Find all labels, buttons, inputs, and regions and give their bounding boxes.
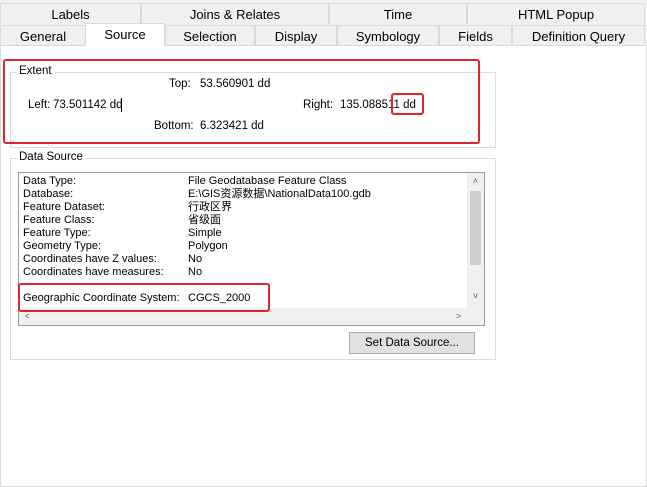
tab-fields[interactable]: Fields	[439, 25, 512, 46]
row-value: No	[188, 253, 203, 265]
row-value: File Geodatabase Feature Class	[188, 175, 347, 187]
tab-joins-relates[interactable]: Joins & Relates	[141, 3, 329, 24]
gcs-highlight-box	[18, 283, 270, 312]
row-value: 省级面	[188, 214, 221, 226]
tab-html-popup[interactable]: HTML Popup	[467, 3, 645, 24]
source-tab-panel: Extent Top: 53.560901 dd Left: 73.501142…	[0, 45, 647, 487]
row-key: Coordinates have Z values:	[23, 253, 157, 265]
row-value: Polygon	[188, 240, 228, 252]
set-data-source-button[interactable]: Set Data Source...	[349, 332, 475, 354]
row-value: Simple	[188, 227, 222, 239]
tab-general[interactable]: General	[0, 25, 86, 46]
row-value: No	[188, 266, 203, 278]
row-key: Feature Dataset:	[23, 201, 105, 213]
data-source-legend: Data Source	[16, 151, 86, 163]
row-key: Feature Type:	[23, 227, 91, 239]
right-unit-highlight-box	[391, 93, 424, 115]
tab-definition-query[interactable]: Definition Query	[512, 25, 645, 46]
scroll-right-icon[interactable]: ˃	[450, 311, 467, 321]
tab-symbology[interactable]: Symbology	[337, 25, 439, 46]
tab-display[interactable]: Display	[255, 25, 337, 46]
tab-labels[interactable]: Labels	[0, 3, 141, 24]
scroll-down-icon[interactable]: ˅	[467, 291, 484, 301]
row-key: Data Type:	[23, 175, 76, 187]
row-key: Geometry Type:	[23, 240, 102, 252]
row-value: 行政区界	[188, 201, 232, 213]
scroll-up-icon[interactable]: ˄	[467, 176, 484, 186]
row-value: E:\GIS资源数据\NationalData100.gdb	[188, 188, 371, 200]
row-key: Database:	[23, 188, 74, 200]
tab-selection[interactable]: Selection	[165, 25, 255, 46]
tab-time[interactable]: Time	[329, 3, 467, 24]
row-key: Coordinates have measures:	[23, 266, 164, 278]
vertical-scrollbar[interactable]: ˄ ˅	[467, 173, 484, 308]
tab-source[interactable]: Source	[85, 23, 165, 46]
scrollbar-thumb[interactable]	[470, 191, 481, 265]
row-key: Feature Class:	[23, 214, 95, 226]
scroll-left-icon[interactable]: ˂	[19, 311, 36, 321]
